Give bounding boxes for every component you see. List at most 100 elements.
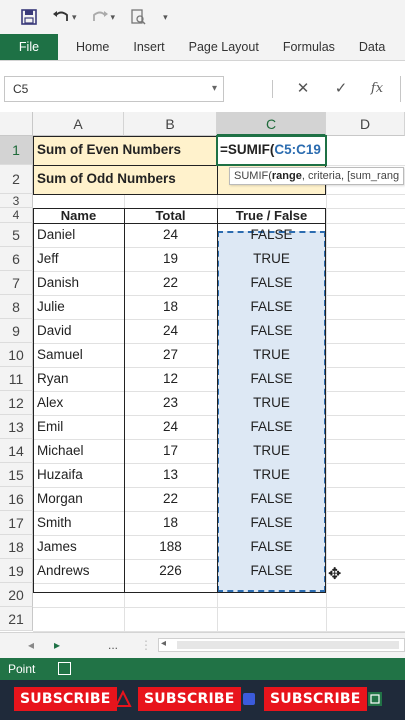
row-header-11[interactable]: 11 bbox=[0, 367, 33, 391]
select-all-corner[interactable] bbox=[0, 112, 33, 136]
name-cell[interactable]: David bbox=[37, 319, 72, 343]
true-false-cell[interactable]: FALSE bbox=[217, 511, 326, 535]
name-cell[interactable]: Daniel bbox=[37, 223, 75, 247]
row-header-7[interactable]: 7 bbox=[0, 271, 33, 295]
name-cell[interactable]: Ryan bbox=[37, 367, 69, 391]
total-cell[interactable]: 22 bbox=[124, 487, 217, 511]
total-cell[interactable]: 12 bbox=[124, 367, 217, 391]
true-false-cell[interactable]: TRUE bbox=[217, 391, 326, 415]
tab-insert[interactable]: Insert bbox=[121, 34, 176, 60]
row-header-19[interactable]: 19 bbox=[0, 559, 33, 583]
undo-icon[interactable] bbox=[52, 8, 70, 26]
true-false-cell[interactable]: FALSE bbox=[217, 415, 326, 439]
row-header-12[interactable]: 12 bbox=[0, 391, 33, 415]
total-cell[interactable]: 18 bbox=[124, 295, 217, 319]
true-false-cell[interactable]: FALSE bbox=[217, 559, 326, 583]
chevron-down-icon[interactable]: ▾ bbox=[212, 77, 217, 101]
row-header-21[interactable]: 21 bbox=[0, 607, 33, 631]
column-header-b[interactable]: B bbox=[124, 112, 217, 136]
confirm-entry-button[interactable]: ✓ bbox=[330, 76, 352, 102]
undo-dropdown-icon[interactable]: ▾ bbox=[72, 12, 77, 23]
name-cell[interactable]: Huzaifa bbox=[37, 463, 83, 487]
row-header-14[interactable]: 14 bbox=[0, 439, 33, 463]
total-cell[interactable]: 24 bbox=[124, 415, 217, 439]
redo-icon[interactable] bbox=[91, 8, 109, 26]
odd-sum-label[interactable]: Sum of Odd Numbers bbox=[37, 167, 176, 191]
row-header-2[interactable]: 2 bbox=[0, 165, 33, 194]
print-preview-icon[interactable] bbox=[129, 8, 147, 26]
app-icon[interactable] bbox=[240, 690, 258, 708]
true-false-cell[interactable]: TRUE bbox=[217, 463, 326, 487]
row-header-1[interactable]: 1 bbox=[0, 136, 33, 165]
true-false-cell[interactable]: FALSE bbox=[217, 487, 326, 511]
column-header-c[interactable]: C bbox=[217, 112, 326, 136]
formula-input[interactable] bbox=[400, 76, 405, 102]
row-header-6[interactable]: 6 bbox=[0, 247, 33, 271]
table-header-1[interactable]: Total bbox=[124, 207, 217, 224]
row-header-20[interactable]: 20 bbox=[0, 583, 33, 607]
true-false-cell[interactable]: FALSE bbox=[217, 535, 326, 559]
true-false-cell[interactable]: TRUE bbox=[217, 247, 326, 271]
sheet-prev-button[interactable]: ◂ bbox=[28, 633, 34, 657]
sheet-next-button[interactable]: ▸ bbox=[54, 633, 60, 657]
total-cell[interactable]: 18 bbox=[124, 511, 217, 535]
name-cell[interactable]: Andrews bbox=[37, 559, 90, 583]
insert-function-button[interactable]: fx bbox=[366, 76, 388, 102]
name-cell[interactable]: Samuel bbox=[37, 343, 83, 367]
column-header-a[interactable]: A bbox=[33, 112, 124, 136]
total-cell[interactable]: 22 bbox=[124, 271, 217, 295]
tab-page-layout[interactable]: Page Layout bbox=[177, 34, 271, 60]
total-cell[interactable]: 23 bbox=[124, 391, 217, 415]
horizontal-scrollbar[interactable]: ◂ bbox=[158, 638, 405, 652]
customize-icon[interactable]: ▾ bbox=[163, 12, 168, 23]
row-header-3[interactable]: 3 bbox=[0, 194, 33, 208]
true-false-cell[interactable]: FALSE bbox=[217, 295, 326, 319]
total-cell[interactable]: 226 bbox=[124, 559, 217, 583]
true-false-cell[interactable]: TRUE bbox=[217, 439, 326, 463]
name-cell[interactable]: James bbox=[37, 535, 77, 559]
pdf-icon[interactable] bbox=[114, 690, 132, 708]
cancel-entry-button[interactable]: ✕ bbox=[292, 76, 314, 102]
name-box[interactable]: C5 ▾ bbox=[4, 76, 224, 102]
sheet-more-button[interactable]: ... bbox=[108, 633, 118, 657]
save-icon[interactable] bbox=[20, 8, 38, 26]
name-cell[interactable]: Michael bbox=[37, 439, 84, 463]
scrollbar-thumb[interactable] bbox=[177, 641, 399, 649]
name-cell[interactable]: Danish bbox=[37, 271, 79, 295]
total-cell[interactable]: 24 bbox=[124, 223, 217, 247]
tab-data[interactable]: Data bbox=[347, 34, 397, 60]
table-header-2[interactable]: True / False bbox=[217, 207, 326, 224]
row-header-4[interactable]: 4 bbox=[0, 208, 33, 223]
row-header-13[interactable]: 13 bbox=[0, 415, 33, 439]
subscribe-button-1[interactable]: SUBSCRIBE bbox=[14, 687, 117, 711]
scroll-left-icon[interactable]: ◂ bbox=[161, 638, 166, 649]
name-cell[interactable]: Emil bbox=[37, 415, 63, 439]
total-cell[interactable]: 27 bbox=[124, 343, 217, 367]
row-header-17[interactable]: 17 bbox=[0, 511, 33, 535]
row-header-18[interactable]: 18 bbox=[0, 535, 33, 559]
tab-formulas[interactable]: Formulas bbox=[271, 34, 347, 60]
row-header-9[interactable]: 9 bbox=[0, 319, 33, 343]
name-cell[interactable]: Morgan bbox=[37, 487, 83, 511]
total-cell[interactable]: 17 bbox=[124, 439, 217, 463]
name-cell[interactable]: Smith bbox=[37, 511, 72, 535]
total-cell[interactable]: 19 bbox=[124, 247, 217, 271]
row-header-16[interactable]: 16 bbox=[0, 487, 33, 511]
even-sum-label[interactable]: Sum of Even Numbers bbox=[37, 138, 181, 162]
total-cell[interactable]: 24 bbox=[124, 319, 217, 343]
total-cell[interactable]: 188 bbox=[124, 535, 217, 559]
row-header-8[interactable]: 8 bbox=[0, 295, 33, 319]
name-cell[interactable]: Julie bbox=[37, 295, 65, 319]
tab-home[interactable]: Home bbox=[58, 34, 121, 60]
tab-file[interactable]: File bbox=[0, 34, 58, 60]
subscribe-button-2[interactable]: SUBSCRIBE bbox=[138, 687, 241, 711]
table-header-0[interactable]: Name bbox=[33, 207, 124, 224]
true-false-cell[interactable]: FALSE bbox=[217, 271, 326, 295]
subscribe-button-3[interactable]: SUBSCRIBE bbox=[264, 687, 367, 711]
name-cell[interactable]: Jeff bbox=[37, 247, 59, 271]
tooltip-arg-range[interactable]: range bbox=[272, 170, 302, 182]
excel-taskbar-icon[interactable] bbox=[366, 690, 384, 708]
column-header-d[interactable]: D bbox=[326, 112, 405, 136]
total-cell[interactable]: 13 bbox=[124, 463, 217, 487]
macro-record-icon[interactable] bbox=[58, 662, 71, 675]
